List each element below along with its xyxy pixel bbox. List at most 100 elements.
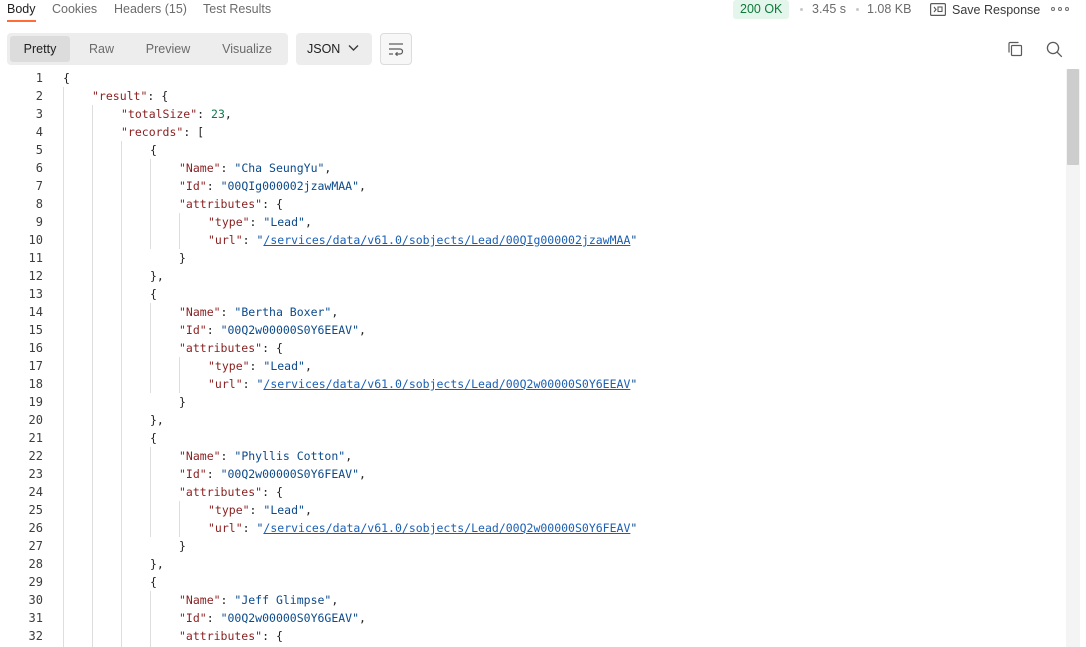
json-punctuation: : [197, 107, 212, 121]
line-number: 23 [28, 467, 43, 481]
json-punctuation: { [63, 71, 70, 85]
view-raw-button[interactable]: Raw [74, 36, 129, 62]
code-text: "type": "Lead", [208, 357, 312, 375]
json-punctuation: : [220, 305, 235, 319]
code-line: 1{ [0, 69, 1066, 87]
json-punctuation: }, [150, 413, 164, 427]
json-url-link[interactable]: /services/data/v61.0/sobjects/Lead/00Q2w… [263, 521, 630, 535]
json-punctuation: : [242, 233, 257, 247]
tab-body[interactable]: Body [7, 0, 36, 22]
save-response-button[interactable]: Save Response [930, 1, 1040, 18]
status-badge[interactable]: 200 OK [733, 0, 790, 19]
line-number: 15 [28, 323, 43, 337]
line-number: 19 [28, 395, 43, 409]
code-text: "url": "/services/data/v61.0/sobjects/Le… [208, 231, 637, 249]
view-pretty-button[interactable]: Pretty [10, 36, 70, 62]
code-text: } [179, 249, 186, 267]
format-select[interactable]: JSON [296, 33, 372, 65]
json-key: "Id" [179, 611, 207, 625]
json-string: "Lead" [263, 215, 305, 229]
code-line: 8 "attributes": { [0, 195, 1066, 213]
json-string: "Lead" [263, 359, 305, 373]
line-number: 31 [28, 611, 43, 625]
vertical-scrollbar-thumb[interactable] [1067, 69, 1079, 165]
code-line: 15 "Id": "00Q2w00000S0Y6EEAV", [0, 321, 1066, 339]
wrap-lines-button[interactable] [380, 33, 412, 65]
code-text: "Name": "Bertha Boxer", [179, 303, 338, 321]
json-number: 23 [211, 107, 225, 121]
code-text: { [150, 429, 157, 447]
json-string: "Bertha Boxer" [234, 305, 332, 319]
view-mode-group: Pretty Raw Preview Visualize [7, 33, 288, 65]
json-key: "result" [92, 89, 148, 103]
view-visualize-button[interactable]: Visualize [208, 36, 286, 62]
line-number: 24 [28, 485, 43, 499]
json-punctuation: , [359, 323, 366, 337]
json-key: "records" [121, 125, 184, 139]
json-punctuation: : [220, 161, 235, 175]
json-punctuation: , [359, 611, 366, 625]
response-body-editor[interactable]: 1{2 "result": {3 "totalSize": 23, 4 "records… [0, 69, 1066, 647]
json-key: "attributes" [179, 485, 263, 499]
tab-test-results[interactable]: Test Results [203, 0, 271, 22]
json-key: "Name" [179, 449, 221, 463]
line-number: 20 [28, 413, 43, 427]
json-punctuation: : [ [183, 125, 205, 139]
line-number: 3 [35, 107, 43, 121]
json-punctuation: : { [262, 485, 283, 499]
line-number: 12 [28, 269, 43, 283]
line-number: 1 [35, 71, 43, 85]
code-line: 12}, [0, 267, 1066, 285]
line-number: 10 [28, 233, 43, 247]
code-line: 16 "attributes": { [0, 339, 1066, 357]
code-text: }, [150, 267, 164, 285]
json-punctuation: : { [262, 197, 283, 211]
code-line: 10 "url": "/services/data/v61.0/sobjects/… [0, 231, 1066, 249]
copy-button[interactable] [1004, 38, 1026, 60]
json-key: "url" [208, 233, 243, 247]
json-key: "attributes" [179, 341, 263, 355]
code-text: "records": [ [121, 123, 204, 141]
search-button[interactable] [1043, 38, 1065, 60]
json-punctuation: : [220, 449, 235, 463]
line-number: 30 [28, 593, 43, 607]
line-number: 9 [35, 215, 43, 229]
response-size[interactable]: 1.08 KB [867, 1, 911, 18]
json-punctuation: , [224, 107, 232, 121]
json-punctuation: , [304, 503, 312, 517]
line-number: 22 [28, 449, 43, 463]
json-string: "Jeff Glimpse" [234, 593, 332, 607]
json-punctuation: : { [147, 89, 169, 103]
code-line: 32 "attributes": { [0, 627, 1066, 645]
tab-headers[interactable]: Headers (15) [114, 0, 187, 22]
code-text: "Id": "00Q2w00000S0Y6FEAV", [179, 465, 366, 483]
json-key: "Id" [179, 179, 207, 193]
json-punctuation: : [220, 593, 235, 607]
json-string: "00Q2w00000S0Y6FEAV" [220, 467, 360, 481]
line-number: 4 [35, 125, 43, 139]
response-time[interactable]: 3.45 s [812, 1, 846, 18]
more-options-icon[interactable] [1051, 2, 1069, 16]
code-line: 21 { [0, 429, 1066, 447]
json-punctuation: : [249, 503, 264, 517]
code-line: 9 "type": "Lead", [0, 213, 1066, 231]
code-line: 24 "attributes": { [0, 483, 1066, 501]
code-line: 17 "type": "Lead", [0, 357, 1066, 375]
json-punctuation: , [359, 179, 366, 193]
json-punctuation: , [359, 467, 366, 481]
separator-dot [856, 8, 859, 11]
code-text: "url": "/services/data/v61.0/sobjects/Le… [208, 519, 637, 537]
line-number: 11 [28, 251, 43, 265]
json-url-link[interactable]: /services/data/v61.0/sobjects/Lead/00Q2w… [263, 377, 630, 391]
line-number: 25 [28, 503, 43, 517]
tab-cookies[interactable]: Cookies [52, 0, 97, 22]
json-url-link[interactable]: /services/data/v61.0/sobjects/Lead/00QIg… [263, 233, 630, 247]
code-text: "totalSize": 23, [121, 105, 232, 123]
json-punctuation: : [249, 359, 264, 373]
json-punctuation: : [242, 521, 257, 535]
line-number: 21 [28, 431, 43, 445]
view-preview-button[interactable]: Preview [133, 36, 203, 62]
code-text: "attributes": { [179, 195, 283, 213]
json-punctuation: , [304, 215, 312, 229]
code-text: { [150, 285, 157, 303]
